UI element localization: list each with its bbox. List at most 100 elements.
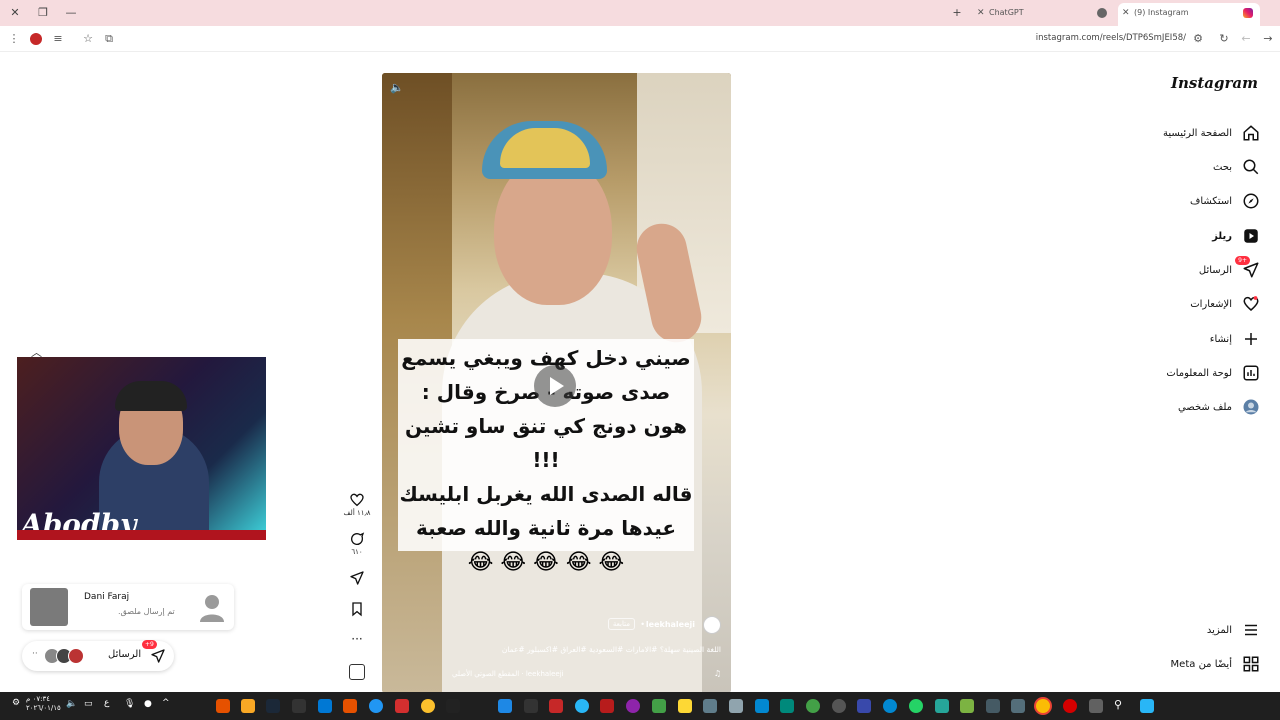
comment-button[interactable] — [348, 531, 366, 549]
taskbar-app-icon[interactable] — [729, 699, 743, 713]
more-options-icon[interactable]: ··· — [348, 632, 366, 646]
taskbar-app-icon[interactable] — [498, 699, 512, 713]
extension-icon[interactable] — [28, 31, 44, 47]
obs-icon[interactable] — [292, 699, 306, 713]
nav-item-notifications[interactable]: الإشعارات — [1190, 293, 1260, 315]
save-button[interactable] — [348, 601, 366, 619]
reload-icon[interactable]: ↻ — [1216, 31, 1232, 47]
taskbar-app-icon[interactable] — [343, 699, 357, 713]
opera-icon[interactable] — [1063, 699, 1077, 713]
reading-list-icon[interactable]: ≡ — [50, 31, 66, 47]
taskbar-app-icon[interactable] — [935, 699, 949, 713]
taskbar-app-icon[interactable] — [369, 699, 383, 713]
nav-item-explore[interactable]: استكشاف — [1190, 190, 1260, 212]
like-button[interactable] — [348, 492, 366, 510]
nav-item-reels[interactable]: ريلز — [1212, 225, 1260, 247]
taskbar-app-icon[interactable] — [806, 699, 820, 713]
nav-item-home[interactable]: الصفحة الرئيسية — [1163, 122, 1260, 144]
nav-item-search[interactable]: بحث — [1213, 156, 1260, 178]
audio-label[interactable]: leekhaleeji · المقطع الصوتي الأصلي — [452, 670, 564, 678]
tray-overflow-icon[interactable]: ^ — [162, 698, 170, 708]
taskbar-app-icon[interactable] — [524, 699, 538, 713]
share-button[interactable] — [348, 570, 366, 588]
clock[interactable]: ٠٧:٣٤ م ٢٠٢٦/٠١/١٥ — [26, 695, 61, 713]
taskbar-app-icon[interactable] — [652, 699, 666, 713]
settings-gear-icon[interactable]: ⚙ — [12, 698, 20, 708]
language-indicator[interactable]: ع — [104, 698, 109, 708]
taskbar-app-icon[interactable] — [986, 699, 1000, 713]
nav-item-messages[interactable]: الرسائل +9 — [1199, 256, 1260, 281]
taskbar-app-icon[interactable] — [575, 699, 589, 713]
volume-icon[interactable]: 🔈 — [66, 699, 77, 709]
windows-start-icon[interactable] — [1140, 699, 1154, 713]
search-icon[interactable]: ⚲ — [1114, 698, 1122, 711]
taskbar-app-icon[interactable] — [216, 699, 230, 713]
heart-icon — [1243, 296, 1259, 311]
taskbar-app-icon[interactable] — [241, 699, 255, 713]
user-avatar-icon — [200, 595, 224, 622]
minimize-window-icon[interactable]: — — [62, 4, 80, 22]
bookmark-star-icon[interactable]: ☆ — [80, 31, 96, 47]
nav-item-create[interactable]: إنشاء — [1210, 328, 1260, 350]
instagram-logo[interactable]: Instagram — [1171, 74, 1258, 92]
new-tab-icon[interactable]: + — [948, 4, 966, 22]
tab-chatgpt[interactable]: ✕ ChatGPT — [975, 3, 1115, 23]
steam-icon[interactable] — [266, 699, 280, 713]
play-button[interactable] — [534, 365, 576, 407]
telegram-icon[interactable] — [883, 699, 897, 713]
taskbar-app-icon[interactable] — [626, 699, 640, 713]
site-settings-icon[interactable]: ⚙ — [1190, 31, 1206, 47]
whatsapp-icon[interactable] — [909, 699, 923, 713]
taskbar-app-icon[interactable] — [1089, 699, 1103, 713]
more-avatars-icon: ·· — [32, 649, 38, 659]
dashboard-icon — [1243, 365, 1259, 381]
audio-thumbnail[interactable] — [348, 664, 366, 682]
taskbar-app-icon[interactable] — [857, 699, 871, 713]
share-icon[interactable]: ⧉ — [101, 31, 117, 47]
messages-pill[interactable]: ·· الرسائل +9 — [22, 640, 174, 671]
taskbar-app-icon[interactable] — [395, 699, 409, 713]
author-avatar[interactable] — [703, 616, 721, 634]
compass-icon — [1243, 193, 1259, 209]
taskbar-app-icon[interactable] — [421, 699, 435, 713]
file-explorer-icon[interactable] — [678, 699, 692, 713]
nav-item-meta[interactable]: أيضًا من Meta — [1171, 653, 1260, 675]
network-icon[interactable]: ▭ — [84, 699, 93, 709]
reel-video[interactable]: 🔈 صيني دخل كهف ويبغي يسمع صدى صوته - صرخ… — [382, 73, 731, 693]
taskbar-app-icon[interactable] — [780, 699, 794, 713]
close-tab-icon[interactable]: ✕ — [977, 3, 985, 23]
chat-status: تم إرسال ملصق. — [118, 607, 175, 616]
follow-button[interactable]: متابعة — [607, 618, 635, 630]
taskbar-app-icon[interactable] — [755, 699, 769, 713]
clock-date: ٢٠٢٦/٠١/١٥ — [26, 704, 61, 712]
close-window-icon[interactable]: ✕ — [6, 4, 24, 22]
author-name[interactable]: leekhaleeji — [646, 620, 695, 629]
chrome-icon[interactable] — [1036, 699, 1050, 713]
taskbar-app-icon[interactable] — [960, 699, 974, 713]
taskbar-app-icon[interactable] — [446, 699, 460, 713]
url-field[interactable]: instagram.com/reels/DTP6SmJEI58/ — [1036, 33, 1186, 43]
forward-icon[interactable]: ← — [1238, 31, 1254, 47]
taskbar-app-icon[interactable] — [318, 699, 332, 713]
chat-preview[interactable]: Dani Faraj تم إرسال ملصق. — [22, 584, 234, 630]
taskbar-app-icon[interactable] — [832, 699, 846, 713]
tab-instagram[interactable]: ✕ (9) Instagram — [1118, 3, 1260, 26]
avatar — [68, 648, 84, 664]
microphone-icon[interactable]: 🎙 — [124, 699, 135, 709]
restore-window-icon[interactable]: ❐ — [34, 4, 52, 22]
tray-app-icon[interactable]: ● — [144, 699, 152, 709]
back-icon[interactable]: → — [1260, 31, 1276, 47]
taskbar-app-icon[interactable] — [600, 699, 614, 713]
taskbar-app-icon[interactable] — [1011, 699, 1025, 713]
menu-kebab-icon[interactable]: ⋮ — [6, 31, 22, 47]
close-tab-icon[interactable]: ✕ — [1122, 3, 1130, 23]
nav-item-dashboard[interactable]: لوحة المعلومات — [1166, 362, 1260, 384]
taskbar-app-icon[interactable] — [703, 699, 717, 713]
heart-icon — [350, 493, 364, 507]
volume-icon[interactable]: 🔈 — [390, 81, 404, 94]
reel-description[interactable]: اللغة الصينية سهلة؟ #الامارات #السعودية … — [391, 645, 721, 654]
nav-item-profile[interactable]: ملف شخصي — [1178, 396, 1260, 418]
taskbar-app-icon[interactable] — [549, 699, 563, 713]
plus-icon — [1245, 333, 1257, 345]
nav-item-more[interactable]: المزيد — [1207, 619, 1260, 641]
